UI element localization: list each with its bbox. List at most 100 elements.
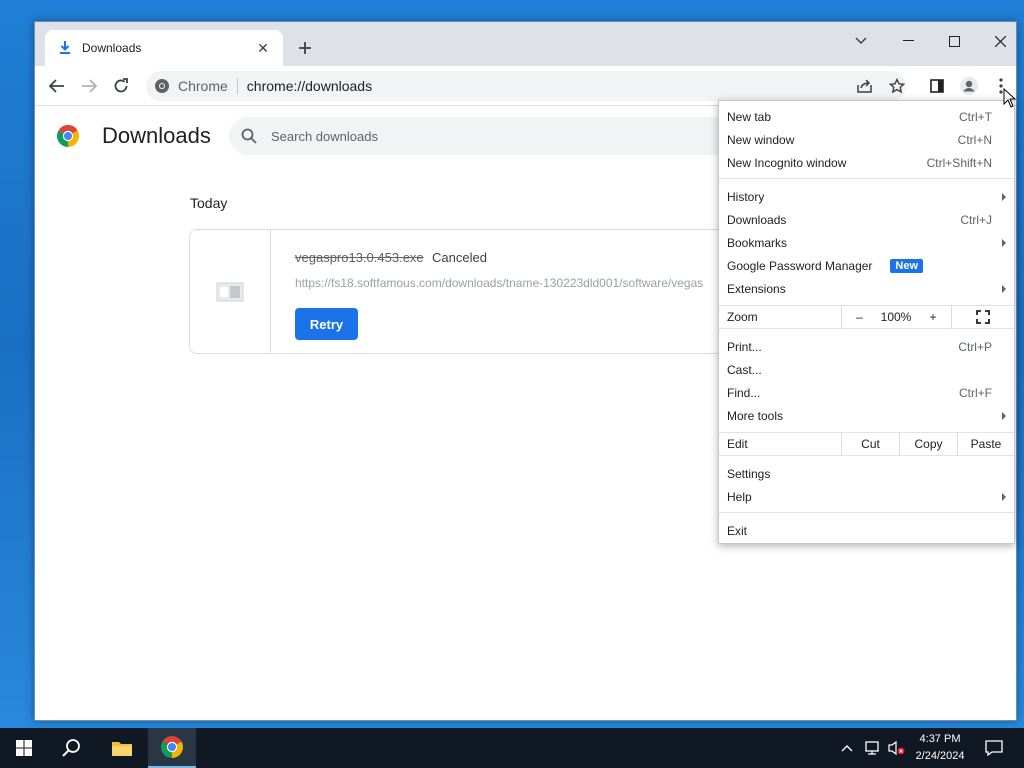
menu-shortcut: Ctrl+Shift+N (926, 155, 992, 170)
menu-shortcut: Ctrl+T (959, 109, 992, 124)
share-icon (857, 79, 872, 93)
minimize-icon (902, 40, 914, 41)
chevron-up-icon (841, 745, 853, 752)
menu-item-find[interactable]: Find... Ctrl+F (719, 381, 1014, 404)
search-icon (241, 128, 257, 144)
minimize-button[interactable] (888, 28, 928, 54)
file-explorer-button[interactable] (98, 728, 146, 768)
address-bar[interactable]: Chrome chrome://downloads (146, 71, 906, 101)
submenu-arrow-icon (1002, 284, 1006, 293)
omnibox-url[interactable]: chrome://downloads (247, 78, 372, 94)
menu-item-exit[interactable]: Exit (719, 519, 1014, 542)
close-window-button[interactable] (980, 28, 1020, 54)
network-button[interactable] (860, 728, 884, 768)
submenu-arrow-icon (1002, 192, 1006, 201)
plus-icon (299, 42, 311, 54)
chrome-taskbar-button[interactable] (148, 728, 196, 768)
menu-item-new-window[interactable]: New window Ctrl+N (719, 128, 1014, 151)
notifications-button[interactable] (976, 728, 1012, 768)
windows-logo-icon (16, 740, 32, 756)
page-title: Downloads (102, 123, 211, 148)
menu-separator (719, 178, 1014, 179)
back-button[interactable] (43, 72, 71, 100)
submenu-arrow-icon (1002, 238, 1006, 247)
zoom-label: Zoom (719, 305, 841, 329)
reload-button[interactable] (107, 72, 135, 100)
windows-taskbar: 4:37 PM 2/24/2024 (0, 728, 1024, 768)
menu-label: Bookmarks (727, 235, 788, 250)
menu-label: Help (727, 489, 752, 504)
menu-item-extensions[interactable]: Extensions (719, 277, 1014, 300)
arrow-left-icon (49, 79, 64, 93)
menu-label: Google Password Manager (727, 258, 873, 273)
volume-muted-icon (888, 740, 905, 756)
start-button[interactable] (0, 728, 48, 768)
chevron-down-icon (855, 37, 867, 45)
chrome-icon (155, 79, 169, 93)
zoom-in-button[interactable]: + (915, 305, 951, 329)
menu-label: Downloads (727, 212, 787, 227)
search-icon (62, 739, 80, 757)
maximize-button[interactable] (934, 28, 974, 54)
share-button[interactable] (851, 72, 879, 100)
chrome-main-menu: New tab Ctrl+T New window Ctrl+N New Incog… (718, 100, 1015, 544)
menu-item-new-incognito[interactable]: New Incognito window Ctrl+Shift+N (719, 151, 1014, 174)
menu-shortcut: Ctrl+J (960, 212, 992, 227)
menu-item-downloads[interactable]: Downloads Ctrl+J (719, 208, 1014, 231)
omnibox-chip[interactable]: Chrome (154, 78, 228, 94)
menu-label: New window (727, 132, 795, 147)
menu-label: History (727, 189, 765, 204)
fullscreen-icon (976, 310, 990, 324)
notification-icon (985, 740, 1003, 756)
new-tab-button[interactable] (293, 36, 317, 60)
download-item: vegaspro13.0.453.exe Canceled https://fs… (189, 229, 749, 354)
file-icon-column (190, 230, 271, 353)
menu-item-cast[interactable]: Cast... (719, 358, 1014, 381)
menu-item-print[interactable]: Print... Ctrl+P (719, 335, 1014, 358)
download-file-name[interactable]: vegaspro13.0.453.exe (295, 250, 424, 265)
menu-label: Settings (727, 466, 771, 481)
menu-item-new-tab[interactable]: New tab Ctrl+T (719, 105, 1014, 128)
fullscreen-button[interactable] (951, 305, 1014, 329)
tab-search-button[interactable] (841, 28, 881, 54)
menu-item-settings[interactable]: Settings (719, 462, 1014, 485)
submenu-arrow-icon (1002, 492, 1006, 501)
edit-label: Edit (719, 432, 841, 456)
zoom-out-button[interactable]: – (841, 305, 877, 329)
zoom-level: 100% (877, 305, 915, 329)
folder-icon (112, 742, 132, 756)
tab-downloads[interactable]: Downloads ✕ (45, 30, 283, 66)
menu-label: Exit (727, 523, 748, 538)
copy-button[interactable]: Copy (899, 432, 957, 456)
search-downloads-field[interactable]: Search downloads (229, 117, 739, 155)
menu-item-password-manager[interactable]: Google Password Manager New (719, 254, 1014, 277)
profile-button[interactable] (955, 72, 983, 100)
clock-date: 2/24/2024 (915, 750, 965, 762)
side-panel-button[interactable] (923, 72, 951, 100)
search-placeholder: Search downloads (271, 128, 378, 144)
download-source-url[interactable]: https://fs18.softfamous.com/downloads/tn… (295, 276, 725, 290)
forward-button[interactable] (75, 72, 103, 100)
maximize-icon (948, 35, 960, 47)
omnibox-separator (236, 78, 238, 94)
tab-title: Downloads (82, 41, 142, 55)
menu-item-help[interactable]: Help (719, 485, 1014, 508)
menu-shortcut: Ctrl+N (957, 132, 992, 147)
bookmark-star-button[interactable] (883, 72, 911, 100)
menu-item-more-tools[interactable]: More tools (719, 404, 1014, 427)
menu-item-history[interactable]: History (719, 185, 1014, 208)
system-clock[interactable]: 4:37 PM 2/24/2024 (906, 731, 974, 765)
show-hidden-icons-button[interactable] (836, 728, 858, 768)
close-tab-icon[interactable]: ✕ (255, 40, 271, 56)
paste-button[interactable]: Paste (957, 432, 1014, 456)
download-status: Canceled (432, 250, 487, 265)
mouse-cursor-icon (1003, 88, 1017, 108)
menu-shortcut: Ctrl+P (958, 339, 992, 354)
retry-button[interactable]: Retry (295, 308, 358, 340)
taskbar-search-button[interactable] (48, 728, 96, 768)
cut-button[interactable]: Cut (841, 432, 899, 456)
menu-item-bookmarks[interactable]: Bookmarks (719, 231, 1014, 254)
chrome-logo-icon (57, 125, 79, 147)
menu-label: New tab (727, 109, 772, 124)
volume-button[interactable] (884, 728, 908, 768)
